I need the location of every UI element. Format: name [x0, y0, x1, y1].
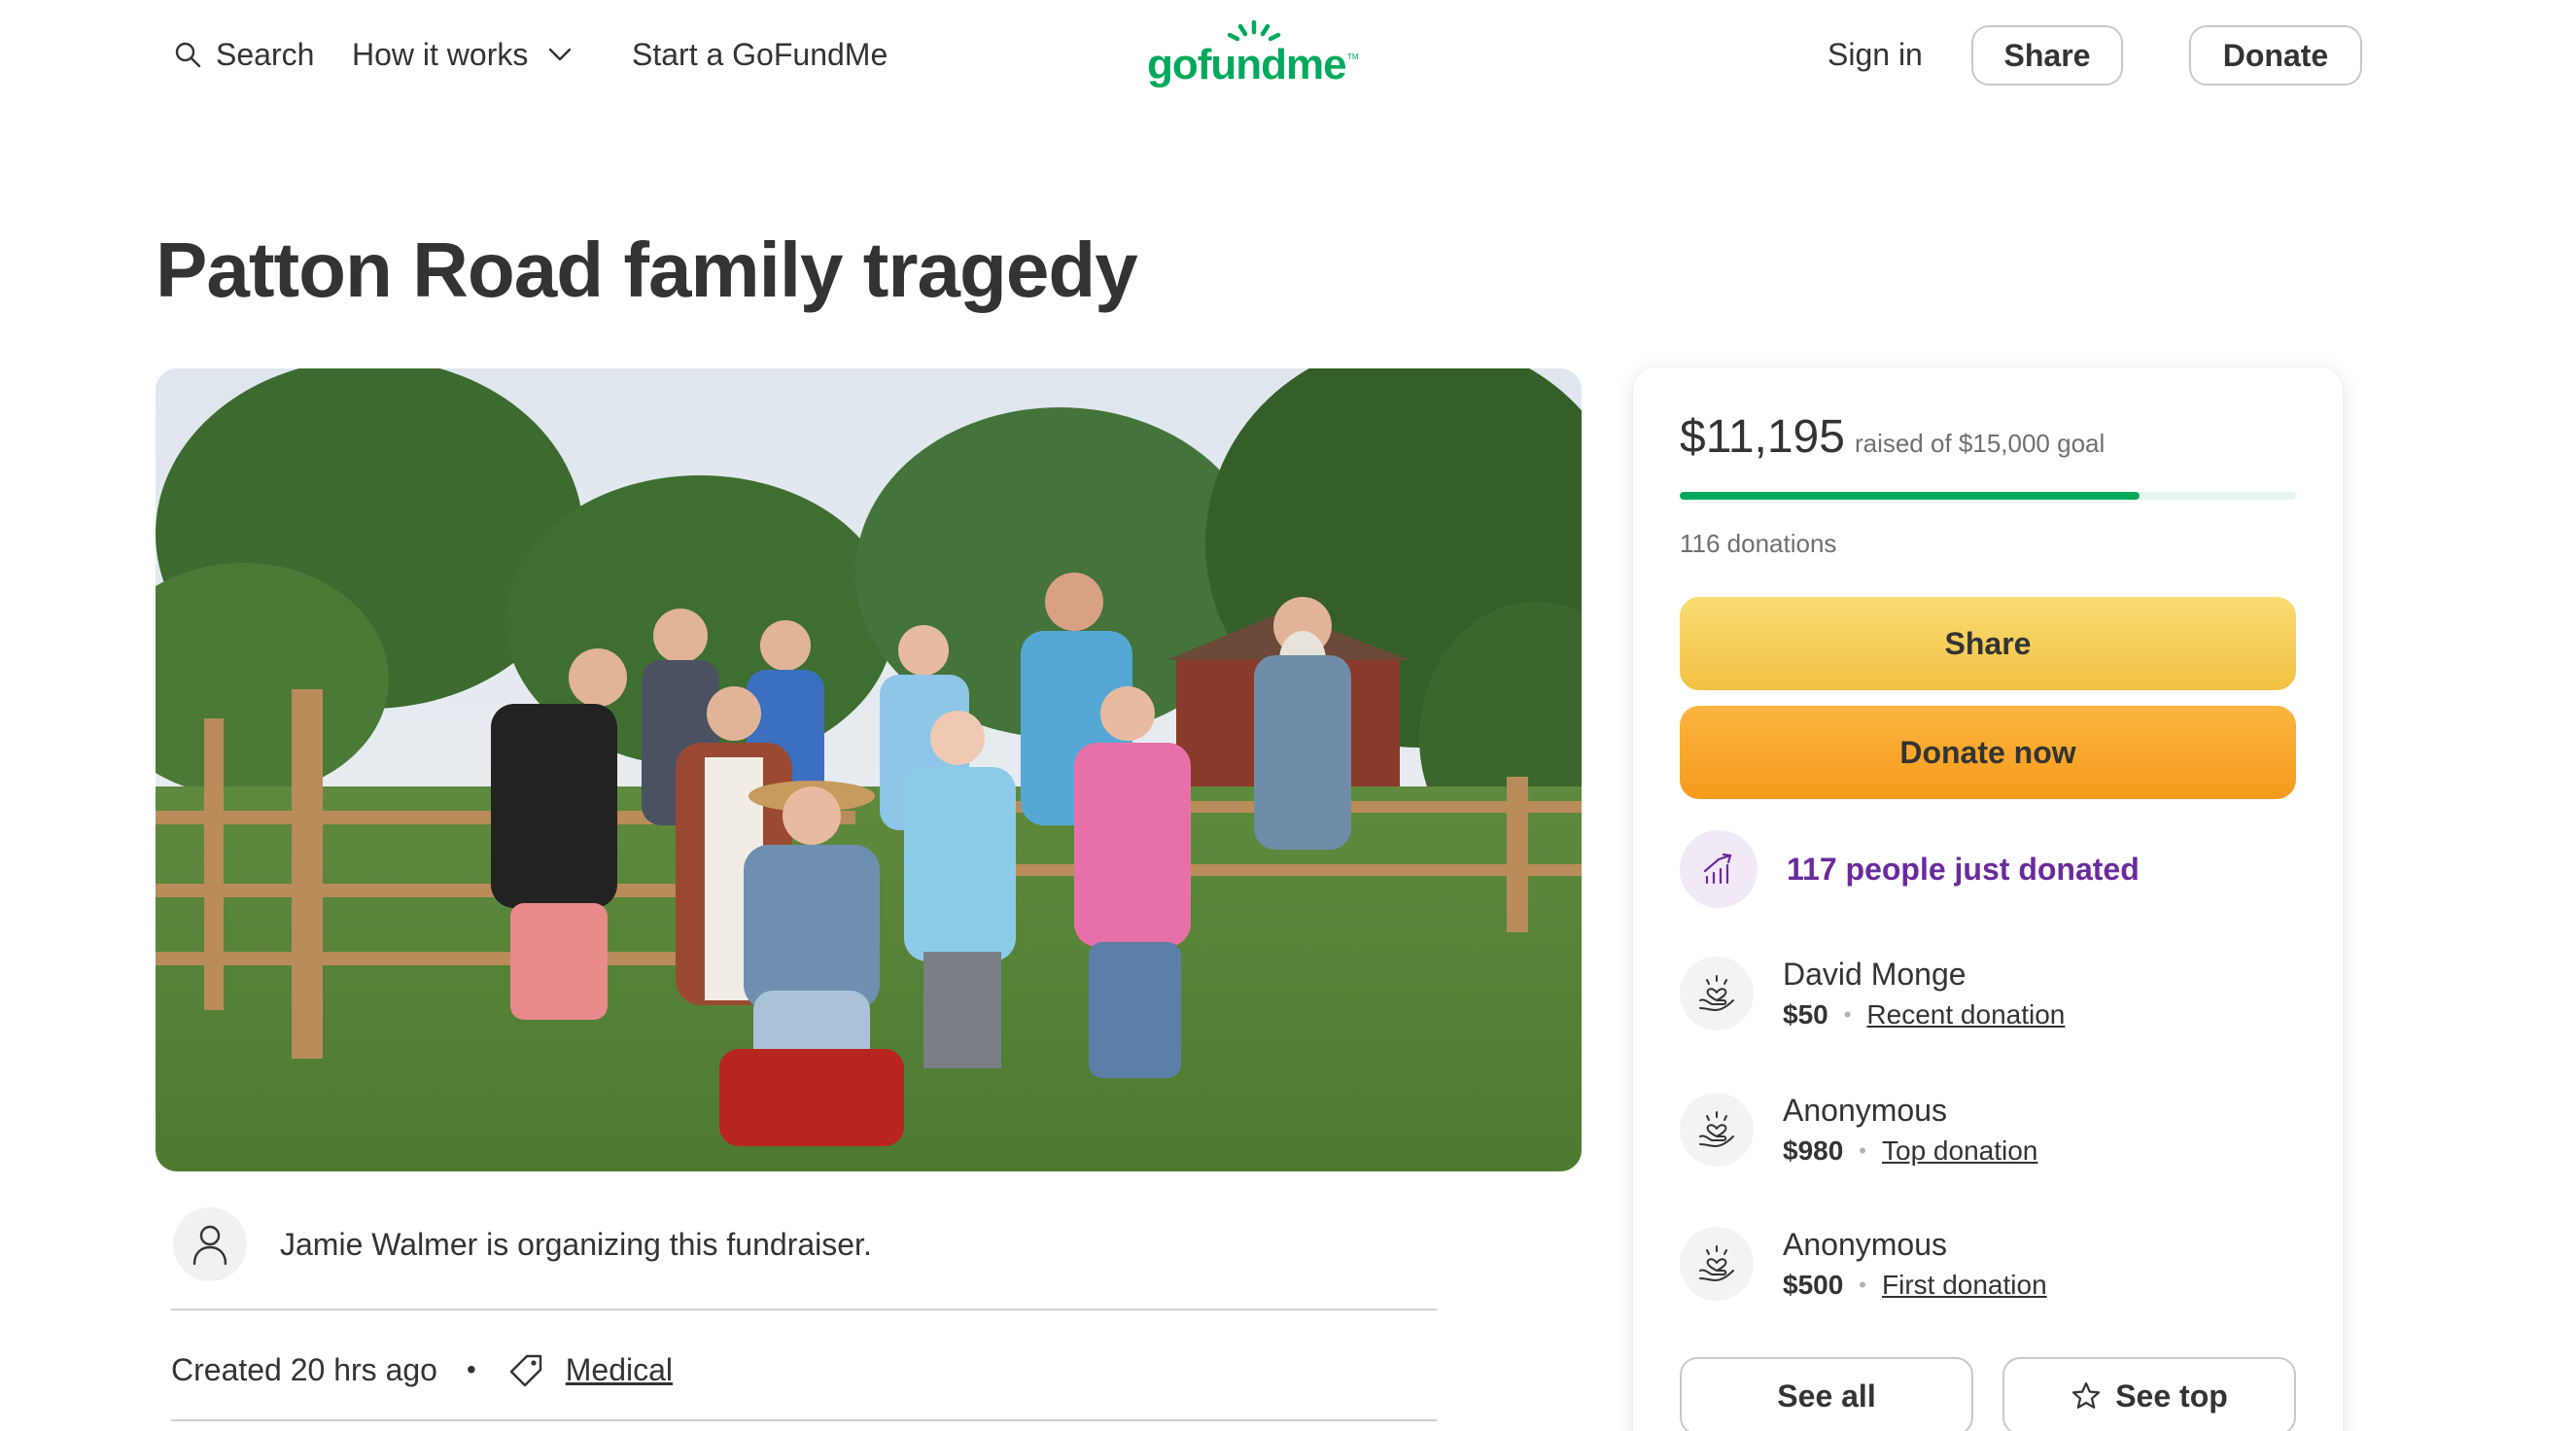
see-top-button[interactable]: See top — [2002, 1357, 2296, 1431]
progress-fill — [1680, 492, 2140, 500]
separator-dot: • — [1859, 1273, 1866, 1297]
logo-wordmark: gofundme — [1147, 41, 1347, 88]
gofundme-logo[interactable]: gofundme TM — [1147, 17, 1361, 95]
donation-tag-link[interactable]: Recent donation — [1866, 999, 2065, 1030]
sign-in-label: Sign in — [1828, 36, 1923, 72]
donation-count: 116 donations — [1680, 529, 1837, 558]
donation-amount: $980 — [1783, 1135, 1844, 1166]
start-gofundme-label: Start a GoFundMe — [632, 36, 888, 72]
see-top-label: See top — [2115, 1378, 2228, 1414]
separator-dot: • — [1859, 1138, 1866, 1163]
donor-name: David Monge — [1783, 957, 1967, 992]
tag-icon — [509, 1354, 541, 1387]
donation-amount: $50 — [1783, 999, 1828, 1030]
donation-details: Anonymous $500 • First donation — [1783, 1225, 2047, 1301]
progress-bar — [1680, 492, 2296, 500]
see-all-button[interactable]: See all — [1680, 1357, 1973, 1431]
donor-name: Anonymous — [1783, 1093, 1947, 1128]
divider — [171, 1309, 1437, 1310]
raised-goal: raised of $15,000 goal — [1854, 429, 2106, 458]
donation-item: Anonymous $500 • First donation — [1680, 1225, 2047, 1301]
organizer-avatar — [173, 1207, 247, 1281]
chevron-down-icon — [549, 48, 572, 61]
header-donate-button[interactable]: Donate — [2189, 25, 2362, 86]
donation-item: David Monge $50 • Recent donation — [1680, 955, 2065, 1030]
amount-raised: $11,195 raised of $15,000 goal — [1680, 410, 2105, 464]
donation-details: Anonymous $980 • Top donation — [1783, 1091, 2037, 1167]
donation-tag-link[interactable]: Top donation — [1882, 1135, 2037, 1167]
sign-in-link[interactable]: Sign in — [1828, 29, 1923, 80]
trending-up-icon — [1680, 830, 1758, 908]
donation-amount: $500 — [1783, 1270, 1844, 1300]
raised-amount: $11,195 — [1680, 411, 1845, 463]
donation-item: Anonymous $980 • Top donation — [1680, 1091, 2037, 1167]
see-all-label: See all — [1777, 1378, 1876, 1414]
share-button[interactable]: Share — [1680, 597, 2296, 690]
heart-hand-icon — [1680, 1227, 1754, 1301]
heart-hand-icon — [1680, 957, 1754, 1030]
donor-name: Anonymous — [1783, 1227, 1947, 1262]
donation-meta: $980 • Top donation — [1783, 1135, 2037, 1167]
donation-details: David Monge $50 • Recent donation — [1783, 955, 2065, 1030]
recent-donors-banner: 117 people just donated — [1680, 830, 2140, 908]
logo-trademark: TM — [1347, 52, 1359, 61]
page: Search How it works Start a GoFundMe gof… — [0, 0, 2576, 1431]
recent-donors-text: 117 people just donated — [1787, 851, 2140, 887]
search-link[interactable]: Search — [173, 29, 314, 80]
search-icon — [175, 42, 201, 68]
donation-meta: $50 • Recent donation — [1783, 999, 2065, 1030]
start-gofundme-link[interactable]: Start a GoFundMe — [632, 29, 888, 80]
donation-tag-link[interactable]: First donation — [1882, 1270, 2047, 1301]
heart-hand-icon — [1680, 1093, 1754, 1167]
organizer-text: Jamie Walmer is organizing this fundrais… — [280, 1227, 872, 1262]
donate-now-button[interactable]: Donate now — [1680, 706, 2296, 799]
how-it-works-menu[interactable]: How it works — [352, 29, 573, 80]
campaign-meta: Created 20 hrs ago • Medical — [171, 1347, 673, 1392]
category-link[interactable]: Medical — [566, 1352, 673, 1388]
search-label: Search — [216, 36, 315, 72]
created-text: Created 20 hrs ago — [171, 1351, 437, 1387]
campaign-title: Patton Road family tragedy — [156, 227, 1138, 313]
how-it-works-label: How it works — [352, 36, 529, 72]
user-icon — [192, 1225, 227, 1266]
separator-dot: • — [1843, 1002, 1852, 1027]
header-share-button[interactable]: Share — [1971, 25, 2123, 86]
meta-separator: • — [466, 1354, 476, 1384]
star-icon — [2072, 1381, 2101, 1409]
donation-card: $11,195 raised of $15,000 goal 116 donat… — [1633, 367, 2343, 1431]
donation-meta: $500 • First donation — [1783, 1270, 2047, 1301]
campaign-photo — [156, 368, 1582, 1171]
divider — [171, 1419, 1437, 1421]
